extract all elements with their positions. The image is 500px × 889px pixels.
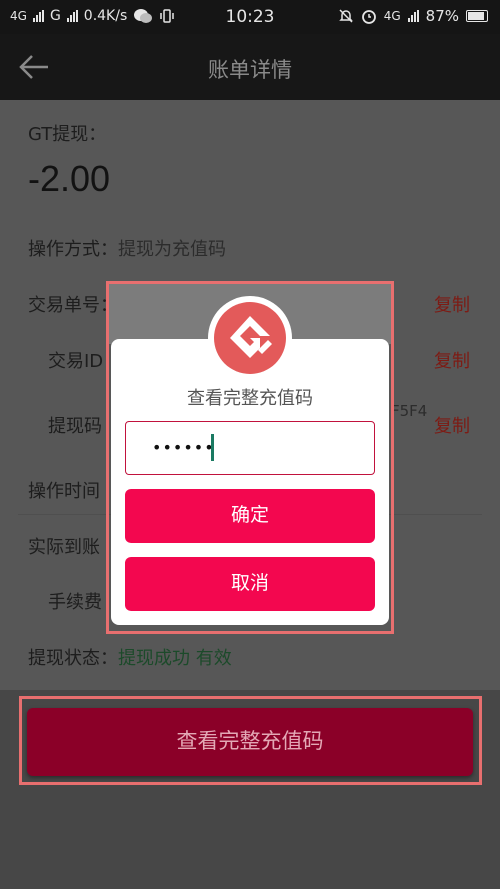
withdraw-code-partial: F5F4	[391, 402, 428, 420]
copy-txn-id-button[interactable]: 复制	[434, 347, 470, 373]
page-title: 账单详情	[208, 58, 292, 82]
status-right: 4G 87%	[338, 7, 488, 25]
status-bar: 4G G 0.4K/s 10:23 4G 87%	[0, 0, 500, 34]
status-label: 提现状态：	[28, 648, 118, 669]
signal-icon	[407, 10, 419, 22]
dialog-title: 查看完整充值码	[187, 388, 313, 409]
mute-bell-icon	[338, 9, 353, 23]
copy-withdraw-code-button[interactable]: 复制	[434, 412, 470, 438]
fee-label: 手续费	[48, 592, 102, 613]
app-logo	[208, 296, 292, 380]
txn-id-label: 交易ID	[48, 351, 104, 372]
app-header: 账单详情	[0, 34, 500, 100]
method-label: 操作方式：	[28, 239, 118, 260]
copy-txn-no-button[interactable]: 复制	[434, 291, 470, 317]
method-row: 操作方式：提现为充值码	[28, 235, 226, 261]
op-time-label: 操作时间	[28, 481, 100, 502]
alarm-icon	[361, 10, 376, 24]
gt-label: GT提现：	[28, 124, 107, 145]
battery-icon	[466, 10, 488, 22]
battery-percent: 87%	[425, 7, 459, 25]
view-full-code-button[interactable]: 查看完整充值码	[27, 708, 473, 776]
method-value: 提现为充值码	[118, 239, 226, 260]
txn-no-label: 交易单号：	[28, 295, 118, 316]
password-input[interactable]: ••••••	[125, 421, 375, 475]
amount: -2.00	[28, 158, 111, 199]
actual-amount-label: 实际到账	[28, 537, 100, 558]
logo-icon	[230, 316, 272, 358]
logo-badge	[214, 302, 286, 374]
withdraw-code-label: 提现码	[48, 416, 102, 437]
cancel-button[interactable]: 取消	[125, 557, 375, 611]
text-cursor	[211, 434, 214, 461]
status-row: 提现状态：提现成功 有效	[28, 644, 232, 670]
network-type-3: 4G	[383, 9, 401, 23]
confirm-button[interactable]: 确定	[125, 489, 375, 543]
status-value: 提现成功 有效	[118, 648, 232, 669]
